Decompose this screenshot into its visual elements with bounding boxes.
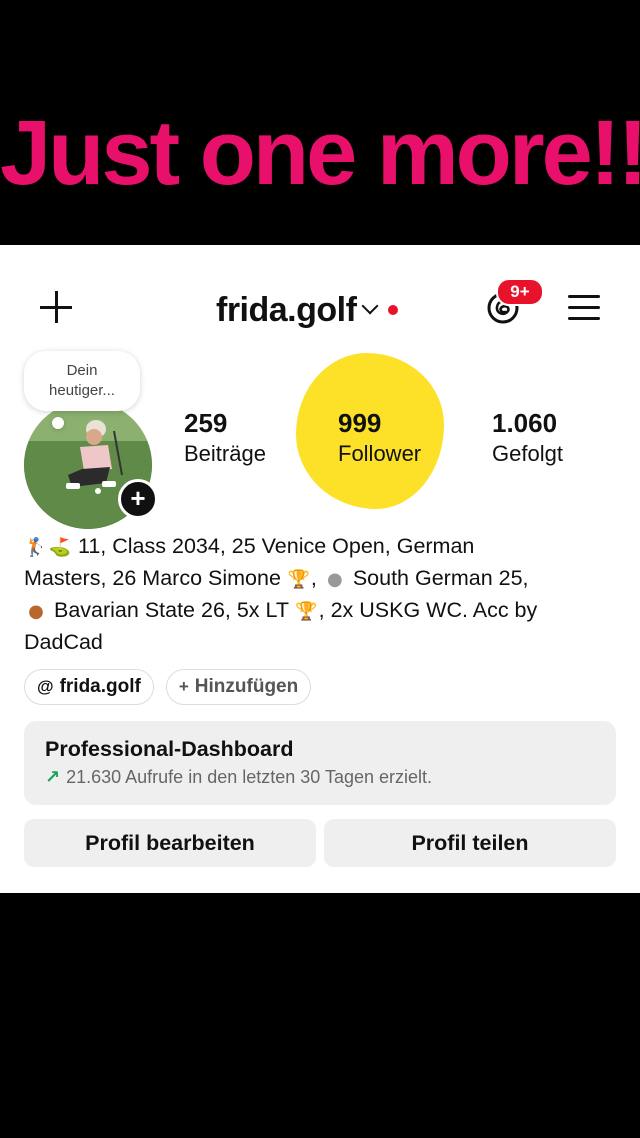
- stat-followers-label: Follower: [338, 441, 422, 466]
- top-bar: frida.golf 9+: [0, 245, 640, 365]
- bio-line-4: DadCad: [24, 630, 103, 654]
- share-profile-button[interactable]: Profil teilen: [324, 819, 616, 867]
- dashboard-subtitle: ↗ 21.630 Aufrufe in den letzten 30 Tagen …: [45, 767, 432, 788]
- silver-medal-icon: ●: [326, 569, 343, 590]
- stat-following-label: Gefolgt: [492, 441, 563, 466]
- add-chip-label: Hinzufügen: [194, 676, 299, 697]
- threads-chip-label: frida.golf: [59, 676, 141, 697]
- stat-posts-label: Beiträge: [184, 441, 266, 466]
- username: frida.golf: [216, 290, 357, 329]
- bio-line-2b: South German 25,: [352, 566, 529, 590]
- stat-following[interactable]: 1.060 Gefolgt: [492, 407, 563, 469]
- overlay-headline: Just one more!!: [0, 102, 640, 204]
- dashboard-title: Professional-Dashboard: [45, 737, 294, 761]
- username-switcher[interactable]: frida.golf: [216, 285, 399, 335]
- note-bubble[interactable]: Dein heutiger...: [24, 351, 140, 411]
- notification-badge: 9+: [496, 278, 544, 306]
- bio-line-2a: Masters, 26 Marco Simone: [24, 566, 281, 590]
- chevron-down-icon: [361, 297, 379, 315]
- stat-followers[interactable]: 999 Follower: [338, 407, 421, 469]
- professional-dashboard[interactable]: Professional-Dashboard ↗ 21.630 Aufrufe i…: [24, 721, 616, 805]
- trend-up-arrow-icon: ↗: [45, 767, 61, 787]
- stat-followers-value: 999: [338, 408, 382, 438]
- threads-chip[interactable]: @ frida.golf: [24, 669, 154, 705]
- stat-following-value: 1.060: [492, 408, 558, 438]
- threads-small-icon: @: [37, 677, 54, 696]
- add-story-plus-icon[interactable]: +: [118, 479, 158, 519]
- stat-posts-value: 259: [184, 408, 228, 438]
- link-chips: @ frida.golf + Hinzufügen: [24, 669, 312, 705]
- bio-line-3b: , 2x USKG WC. Acc by: [318, 598, 538, 622]
- edit-profile-button[interactable]: Profil bearbeiten: [24, 819, 316, 867]
- trophy-icon: 🏆: [287, 569, 311, 590]
- dashboard-subtitle-text: 21.630 Aufrufe in den letzten 30 Tagen e…: [66, 767, 433, 787]
- trophy-icon: 🏆: [295, 601, 318, 622]
- create-plus-icon[interactable]: [36, 287, 76, 327]
- bio: 🏌⛳ 11, Class 2034, 25 Venice Open, Germa…: [24, 531, 624, 657]
- profile-panel: frida.golf 9+ Dein heutiger... + 259 Bei…: [0, 245, 640, 893]
- bronze-medal-icon: ●: [28, 601, 44, 622]
- plus-icon: +: [178, 677, 189, 696]
- bio-line-3a: Bavarian State 26, 5x LT: [53, 598, 289, 622]
- golf-flag-icon: ⛳: [48, 537, 72, 558]
- unread-dot: [388, 305, 399, 315]
- add-chip[interactable]: + Hinzufügen: [165, 669, 312, 705]
- note-line-2: heutiger...: [49, 382, 115, 399]
- bio-line-1: 11, Class 2034, 25 Venice Open, German: [77, 534, 475, 558]
- note-bubble-tail: [52, 417, 64, 429]
- golfer-icon: 🏌: [24, 537, 48, 558]
- stat-posts[interactable]: 259 Beiträge: [184, 407, 266, 469]
- menu-icon[interactable]: [568, 295, 600, 321]
- note-line-1: Dein: [66, 362, 98, 379]
